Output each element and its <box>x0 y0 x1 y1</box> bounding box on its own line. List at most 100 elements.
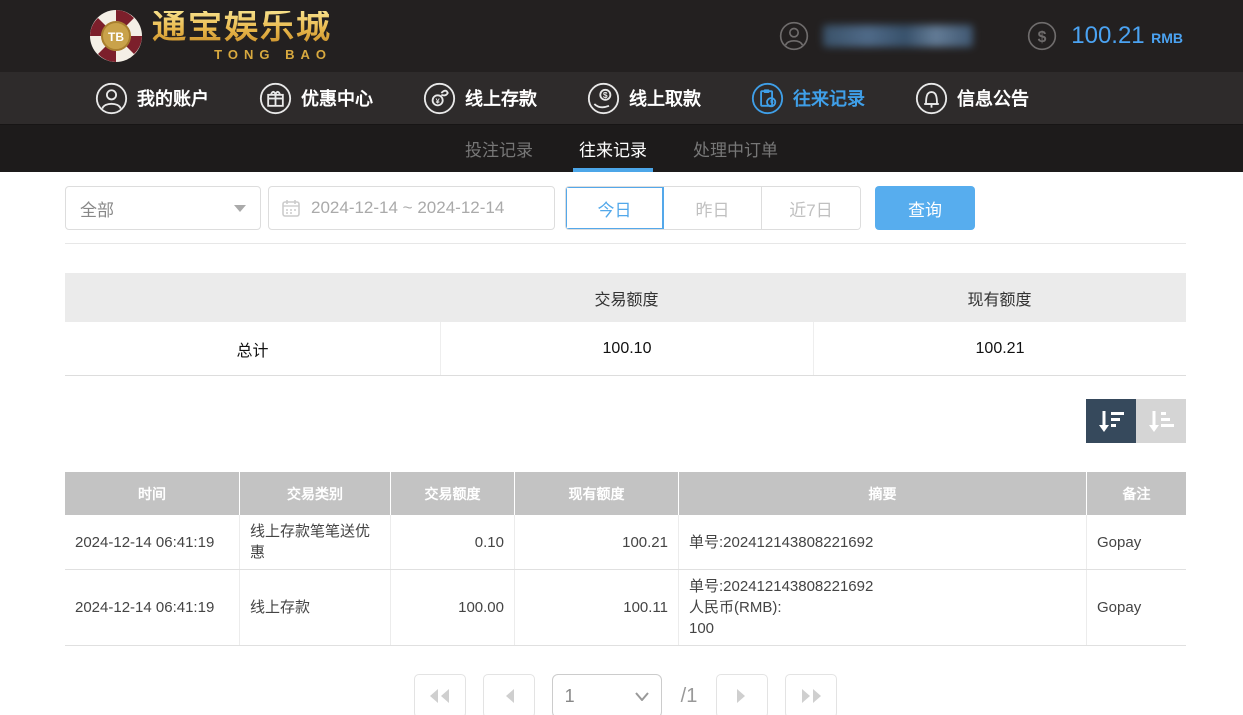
nav-label: 我的账户 <box>137 89 209 109</box>
cell-summary: 单号:202412143808221692 <box>678 515 1086 569</box>
last-page-button[interactable] <box>785 674 838 715</box>
col-summary: 摘要 <box>678 472 1086 515</box>
query-button[interactable]: 查询 <box>875 186 975 230</box>
quick-btn-today[interactable]: 今日 <box>566 187 664 229</box>
double-right-arrow-icon <box>802 689 822 703</box>
deposit-icon: ¥ <box>423 82 456 114</box>
filter-row: 全部 2024-12-14 ~ 2024-12-14 今日 昨日 近7日 查询 <box>65 186 1186 230</box>
tab-bet-records[interactable]: 投注记录 <box>459 125 539 172</box>
summary-current-amount-value: 100.21 <box>813 322 1186 375</box>
quick-btn-last7days[interactable]: 近7日 <box>762 187 860 229</box>
records-icon <box>751 82 784 114</box>
summary-header-current-amount: 现有额度 <box>967 291 1032 309</box>
tab-label: 投注记录 <box>465 141 533 160</box>
user-icon <box>95 82 128 114</box>
svg-text:$: $ <box>603 91 608 100</box>
gift-icon <box>259 82 292 114</box>
page-total-label: /1 <box>680 684 698 707</box>
account-user-icon[interactable] <box>779 21 809 51</box>
summary-total-row: 总计 100.10 100.21 <box>65 322 1186 376</box>
right-arrow-icon <box>737 689 746 703</box>
casino-chip-icon: TB <box>90 10 142 62</box>
quick-date-group: 今日 昨日 近7日 <box>565 186 861 230</box>
col-amount: 交易额度 <box>390 472 514 515</box>
chip-tb-text: TB <box>108 30 124 44</box>
col-balance: 现有额度 <box>514 472 678 515</box>
nav-item-online-withdraw[interactable]: $ 线上取款 <box>587 82 701 115</box>
summary-trade-amount-value: 100.10 <box>440 322 813 375</box>
left-arrow-icon <box>505 689 514 703</box>
sort-ascending-icon <box>1149 411 1174 432</box>
table-row: 2024-12-14 06:41:19 线上存款 100.00 100.11 单… <box>65 570 1186 646</box>
cell-type: 线上存款笔笔送优惠 <box>239 515 390 569</box>
quick-btn-label: 近7日 <box>789 200 833 220</box>
page-select-value: 1 <box>564 685 575 706</box>
quick-btn-yesterday[interactable]: 昨日 <box>664 187 762 229</box>
brand-name-en: TONG BAO <box>214 46 332 62</box>
calendar-icon <box>282 200 300 217</box>
brand-name-cn: 通宝娱乐城 <box>152 8 332 46</box>
nav-item-transaction-records[interactable]: 往来记录 <box>751 82 865 115</box>
nav-label: 线上存款 <box>465 89 537 109</box>
summary-total-label: 总计 <box>236 342 269 360</box>
top-header: TB 通宝娱乐城 TONG BAO $ 100.21 RMB <box>0 0 1243 72</box>
cell-amount: 0.10 <box>390 515 514 569</box>
col-note: 备注 <box>1086 472 1186 515</box>
type-select-value: 全部 <box>80 200 114 220</box>
chevron-down-icon <box>634 691 649 701</box>
balance-amount: 100.21 <box>1071 22 1145 49</box>
page-select[interactable]: 1 <box>551 674 662 715</box>
tab-transaction-records[interactable]: 往来记录 <box>573 125 653 172</box>
records-header-row: 时间 交易类别 交易额度 现有额度 摘要 备注 <box>65 472 1186 515</box>
col-time: 时间 <box>138 485 166 502</box>
tab-label: 往来记录 <box>579 141 647 160</box>
date-range-input[interactable]: 2024-12-14 ~ 2024-12-14 <box>268 186 555 230</box>
username-redacted <box>823 25 974 47</box>
cell-amount: 100.00 <box>390 570 514 645</box>
dollar-coin-icon: $ <box>1028 21 1057 51</box>
balance-currency: RMB <box>1151 30 1183 46</box>
summary-table: 交易额度 现有额度 总计 100.10 100.21 <box>65 273 1186 376</box>
sort-ascending-button[interactable] <box>1136 399 1186 443</box>
summary-header-empty <box>65 273 440 322</box>
sort-descending-button[interactable] <box>1086 399 1136 443</box>
cell-time: 2024-12-14 06:41:19 <box>75 533 215 551</box>
nav-label: 信息公告 <box>957 89 1029 109</box>
nav-item-announcements[interactable]: 信息公告 <box>915 82 1029 115</box>
table-row: 2024-12-14 06:41:19 线上存款笔笔送优惠 0.10 100.2… <box>65 515 1186 570</box>
cell-summary: 单号:202412143808221692 人民币(RMB): 100 <box>678 570 1086 645</box>
sort-controls <box>65 399 1186 443</box>
tab-pending-orders[interactable]: 处理中订单 <box>687 125 784 172</box>
cell-note: Gopay <box>1086 515 1186 569</box>
quick-btn-label: 今日 <box>597 200 632 220</box>
section-divider <box>65 243 1186 244</box>
first-page-button[interactable] <box>413 674 466 715</box>
nav-label: 优惠中心 <box>301 89 373 109</box>
cell-note: Gopay <box>1086 570 1186 645</box>
next-page-button[interactable] <box>716 674 769 715</box>
chevron-down-icon <box>234 204 246 212</box>
records-table: 时间 交易类别 交易额度 现有额度 摘要 备注 2024-12-14 06:41… <box>65 472 1186 646</box>
type-select[interactable]: 全部 <box>65 186 261 230</box>
prev-page-button[interactable] <box>482 674 535 715</box>
sort-descending-icon <box>1099 411 1124 432</box>
cell-time: 2024-12-14 06:41:19 <box>75 599 215 616</box>
col-type: 交易类别 <box>239 472 390 515</box>
summary-header-row: 交易额度 现有额度 <box>65 273 1186 322</box>
nav-item-my-account[interactable]: 我的账户 <box>95 82 209 115</box>
summary-header-trade-amount: 交易额度 <box>594 291 659 309</box>
tab-label: 处理中订单 <box>693 141 778 160</box>
nav-item-promotions[interactable]: 优惠中心 <box>259 82 373 115</box>
brand-logo[interactable]: TB 通宝娱乐城 TONG BAO <box>88 8 332 64</box>
cell-type: 线上存款 <box>239 570 390 645</box>
cell-balance: 100.11 <box>514 570 678 645</box>
main-nav: 我的账户 优惠中心 ¥ 线上存款 $ 线上取款 往来记录 信息公告 <box>0 72 1243 125</box>
nav-label: 往来记录 <box>793 89 865 109</box>
cell-balance: 100.21 <box>514 515 678 569</box>
nav-item-online-deposit[interactable]: ¥ 线上存款 <box>423 82 537 115</box>
double-left-arrow-icon <box>429 689 449 703</box>
date-range-value: 2024-12-14 ~ 2024-12-14 <box>311 198 505 217</box>
bell-icon <box>915 82 948 114</box>
nav-label: 线上取款 <box>629 89 701 109</box>
main-content: 全部 2024-12-14 ~ 2024-12-14 今日 昨日 近7日 查询 … <box>0 172 1243 715</box>
